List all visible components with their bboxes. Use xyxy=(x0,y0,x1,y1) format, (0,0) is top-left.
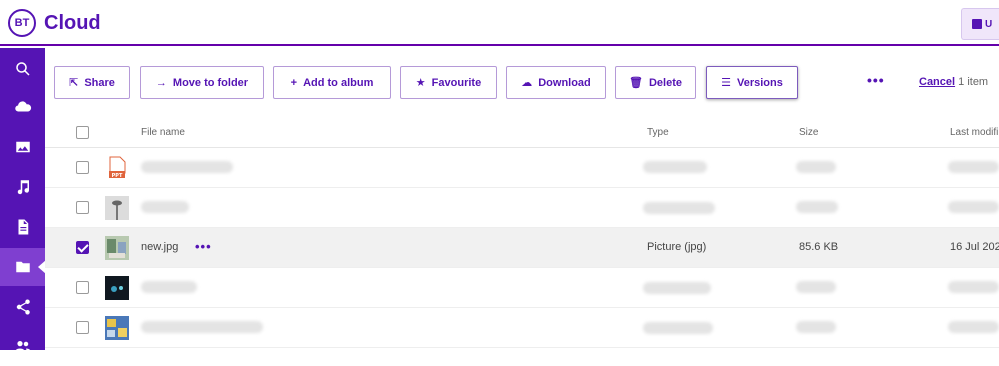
trash-icon: 🗑 xyxy=(629,77,643,89)
favourite-button[interactable]: ★ Favourite xyxy=(400,66,497,99)
row-checkbox-checked[interactable] xyxy=(76,241,89,254)
row-checkbox[interactable] xyxy=(76,201,89,214)
file-size: 85.6 KB xyxy=(799,241,839,253)
redacted-name xyxy=(141,281,197,293)
column-size[interactable]: Size xyxy=(799,127,818,138)
delete-button-label: Delete xyxy=(648,76,682,89)
file-name[interactable]: new.jpg xyxy=(141,241,178,253)
people-icon xyxy=(14,341,31,353)
redacted-name xyxy=(141,161,233,173)
upload-icon xyxy=(972,19,982,29)
photo-icon xyxy=(15,141,30,153)
image-thumbnail xyxy=(105,316,129,340)
image-thumbnail xyxy=(105,196,129,220)
music-icon xyxy=(17,180,29,195)
star-icon: ★ xyxy=(415,77,426,89)
share-button-label: Share xyxy=(84,76,115,89)
sidebar-item-documents[interactable] xyxy=(0,208,45,246)
arrow-right-icon: → xyxy=(155,76,167,89)
column-file-name[interactable]: File name xyxy=(141,127,185,138)
table-row[interactable] xyxy=(45,188,999,228)
sidebar-item-music[interactable] xyxy=(0,168,45,206)
selection-count: 1 item xyxy=(958,76,989,88)
redacted-name xyxy=(141,201,189,213)
file-type: Picture (jpg) xyxy=(647,241,707,253)
row-checkbox[interactable] xyxy=(76,161,89,174)
sidebar-nav xyxy=(0,48,46,353)
ppt-badge-label: PPT xyxy=(112,173,123,179)
redacted-date xyxy=(948,161,999,173)
select-all-checkbox[interactable] xyxy=(76,126,89,139)
bt-cloud-logo[interactable]: BT Cloud xyxy=(8,9,101,37)
plus-icon: + xyxy=(290,76,298,89)
search-icon xyxy=(15,62,30,76)
versions-button[interactable]: ☰ Versions xyxy=(706,66,798,99)
move-to-folder-button[interactable]: → Move to folder xyxy=(140,66,264,99)
table-row[interactable] xyxy=(45,268,999,308)
ppt-file-icon: PPT xyxy=(105,156,129,180)
redacted-type xyxy=(643,322,713,334)
row-checkbox[interactable] xyxy=(76,281,89,294)
table-row[interactable]: PPT xyxy=(45,148,999,188)
redacted-size xyxy=(796,281,836,293)
sidebar-item-files[interactable] xyxy=(0,248,46,286)
download-button-label: Download xyxy=(538,76,591,89)
redacted-date xyxy=(948,281,999,293)
share-button[interactable]: ⇱ Share xyxy=(54,66,130,99)
image-thumbnail xyxy=(105,276,129,300)
row-checkbox[interactable] xyxy=(76,321,89,334)
download-button[interactable]: ☁ Download xyxy=(506,66,606,99)
more-actions-icon[interactable]: ••• xyxy=(867,72,885,88)
share-icon xyxy=(16,299,30,315)
folder-icon xyxy=(15,261,30,273)
add-to-album-button[interactable]: + Add to album xyxy=(273,66,391,99)
redacted-size xyxy=(796,201,838,213)
redacted-date xyxy=(948,321,999,333)
delete-button[interactable]: 🗑 Delete xyxy=(615,66,696,99)
cancel-link[interactable]: Cancel xyxy=(919,76,955,88)
redacted-size xyxy=(796,321,836,333)
document-icon xyxy=(18,219,28,235)
table-header: File name Type Size Last modifi xyxy=(45,118,999,148)
redacted-name xyxy=(141,321,263,333)
cloud-download-icon: ☁ xyxy=(521,77,533,89)
table-row[interactable] xyxy=(45,308,999,348)
favourite-button-label: Favourite xyxy=(431,76,482,89)
file-modified: 16 Jul 2020 xyxy=(950,241,999,253)
versions-icon: ☰ xyxy=(721,77,731,89)
versions-button-label: Versions xyxy=(737,76,783,89)
column-type[interactable]: Type xyxy=(647,127,669,138)
selection-status: Cancel 1 item xyxy=(919,76,988,88)
sidebar-item-photos[interactable] xyxy=(0,128,45,166)
sidebar-item-search[interactable] xyxy=(0,50,45,88)
row-more-icon[interactable]: ••• xyxy=(195,239,212,254)
app-header: BT Cloud U xyxy=(0,0,999,46)
image-thumbnail xyxy=(105,236,129,260)
move-button-label: Move to folder xyxy=(172,76,249,89)
column-last-modified[interactable]: Last modifi xyxy=(950,127,998,138)
share-out-icon: ⇱ xyxy=(69,77,79,89)
cloud-icon xyxy=(14,101,31,112)
sidebar-item-shared[interactable] xyxy=(0,288,45,326)
redacted-size xyxy=(796,161,836,173)
redacted-type xyxy=(643,202,715,214)
table-row-selected[interactable]: new.jpg ••• Picture (jpg) 85.6 KB 16 Jul… xyxy=(45,228,999,268)
bt-logo-icon: BT xyxy=(8,9,36,37)
upload-button[interactable]: U xyxy=(961,8,999,40)
upload-label: U xyxy=(985,18,993,30)
sidebar-item-people[interactable] xyxy=(0,328,45,366)
sidebar-item-cloud[interactable] xyxy=(0,88,45,126)
redacted-date xyxy=(948,201,999,213)
album-button-label: Add to album xyxy=(303,76,374,89)
brand-name: Cloud xyxy=(44,11,101,34)
redacted-type xyxy=(643,282,711,294)
redacted-type xyxy=(643,161,707,173)
